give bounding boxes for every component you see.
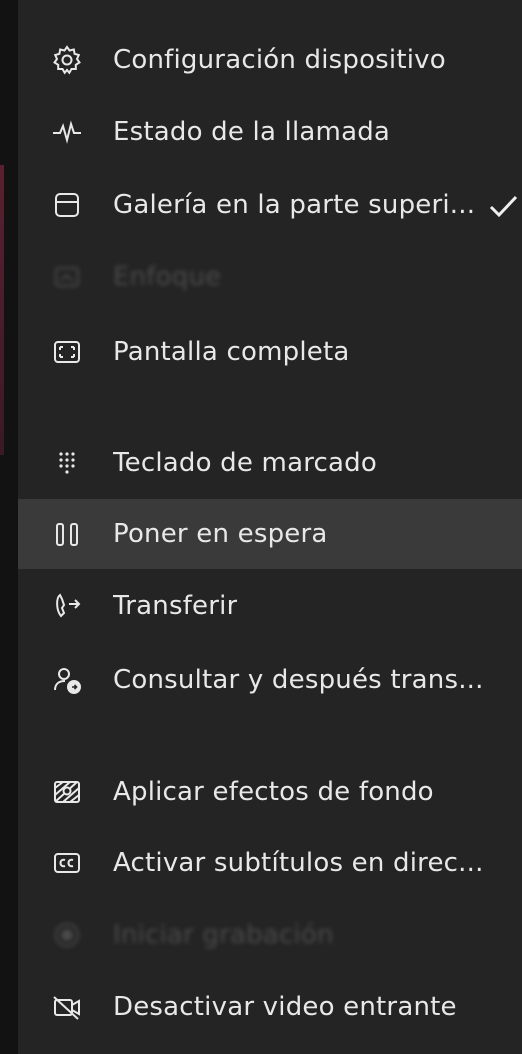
menu-item-label: Estado de la llamada <box>113 117 391 147</box>
pulse-icon <box>51 116 83 148</box>
menu-item-label: Iniciar grabación <box>113 920 334 950</box>
menu-item-gallery-top[interactable]: Galería en la parte superi... <box>18 170 522 240</box>
menu-item-transfer[interactable]: Transferir <box>18 571 522 641</box>
menu-item-label: Transferir <box>113 591 238 621</box>
menu-item-label: Galería en la parte superi... <box>113 190 476 220</box>
dialpad-icon <box>51 447 83 479</box>
menu-item-label: Teclado de marcado <box>113 448 377 478</box>
menu-item-label: Enfoque <box>113 262 222 292</box>
background-effects-icon <box>51 776 83 808</box>
menu-item-label: Poner en espera <box>113 519 328 549</box>
menu-item-background-effects[interactable]: Aplicar efectos de fondo <box>18 757 522 827</box>
consult-transfer-icon <box>51 664 83 696</box>
pause-icon <box>51 518 83 550</box>
fullscreen-icon <box>51 336 83 368</box>
menu-item-label: Desactivar video entrante <box>113 992 457 1022</box>
captions-icon <box>51 847 83 879</box>
focus-icon <box>51 261 83 293</box>
menu-item-start-recording: Iniciar grabación <box>18 900 522 970</box>
menu-item-dialpad[interactable]: Teclado de marcado <box>18 428 522 498</box>
menu-item-fullscreen[interactable]: Pantalla completa <box>18 317 522 387</box>
record-icon <box>51 919 83 951</box>
menu-item-label: Pantalla completa <box>113 337 350 367</box>
menu-item-consult-transfer[interactable]: Consultar y después trans... <box>18 645 522 715</box>
accent-strip <box>0 165 4 455</box>
menu-item-label: Consultar y después trans... <box>113 665 484 695</box>
menu-item-label: Aplicar efectos de fondo <box>113 777 434 807</box>
menu-item-live-captions[interactable]: Activar subtítulos en direc... <box>18 828 522 898</box>
gallery-top-icon <box>51 189 83 221</box>
transfer-icon <box>51 590 83 622</box>
gear-icon <box>51 44 83 76</box>
video-off-icon <box>51 991 83 1023</box>
menu-item-disable-incoming-video[interactable]: Desactivar video entrante <box>18 972 522 1042</box>
checkmark-icon <box>486 189 520 223</box>
menu-item-focus: Enfoque <box>18 242 522 312</box>
menu-item-hold[interactable]: Poner en espera <box>18 499 522 569</box>
menu-item-call-status[interactable]: Estado de la llamada <box>18 97 522 167</box>
more-actions-menu: Configuración dispositivo Estado de la l… <box>0 0 522 1054</box>
menu-item-label: Activar subtítulos en direc... <box>113 848 484 878</box>
menu-item-device-settings[interactable]: Configuración dispositivo <box>18 25 522 95</box>
menu-item-label: Configuración dispositivo <box>113 45 446 75</box>
